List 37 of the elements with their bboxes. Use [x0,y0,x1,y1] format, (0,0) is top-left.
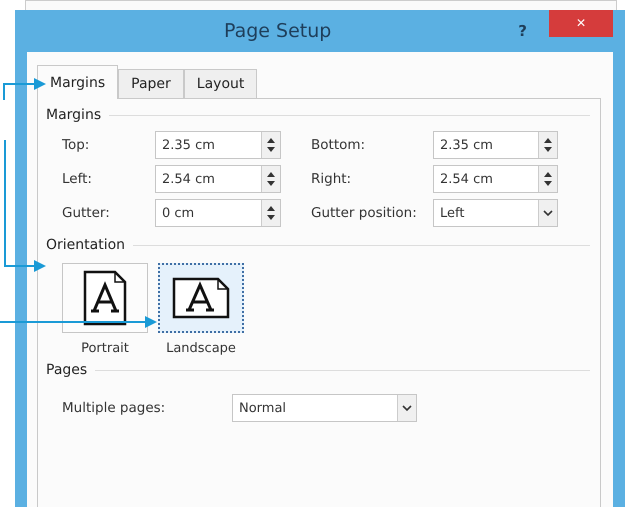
spin-field[interactable]: 0 cm [155,199,281,227]
spin-arrows-icon[interactable] [261,132,280,158]
field-label: Top: [62,137,90,153]
chevron-down-icon[interactable] [397,395,416,421]
portrait-page-icon [82,269,128,327]
dropdown[interactable]: Normal [232,394,417,422]
spin-field[interactable]: 2.54 cm [155,165,281,193]
chevron-down-icon[interactable] [538,200,557,226]
help-button[interactable]: ? [518,22,527,40]
group-heading: Pages [46,362,88,378]
orientation-button[interactable] [158,263,244,333]
tab[interactable]: Layout [184,69,258,98]
orientation-button[interactable] [62,263,148,333]
spin-field[interactable]: 2.35 cm [155,131,281,159]
tab[interactable]: Margins [37,65,118,99]
spin-arrows-icon[interactable] [538,166,557,192]
spin-field[interactable]: 2.54 cm [433,165,558,193]
field-label: Gutter position: [311,205,418,221]
spin-arrows-icon[interactable] [261,200,280,226]
field-label: Bottom: [311,137,366,153]
spin-arrows-icon[interactable] [261,166,280,192]
orientation-label: Portrait [81,341,129,356]
group-heading: Orientation [46,237,126,253]
field-label: Left: [62,171,93,187]
leader-line [3,78,46,100]
group-heading: Margins [46,107,102,123]
field-label: Multiple pages: [62,400,166,416]
field-label: Gutter: [62,205,111,221]
tab[interactable]: Paper [118,69,184,98]
spin-field[interactable]: 2.35 cm [433,131,558,159]
spin-arrows-icon[interactable] [538,132,557,158]
dropdown[interactable]: Left [433,199,558,227]
field-label: Right: [311,171,352,187]
orientation-label: Landscape [166,341,236,356]
landscape-page-icon [171,276,231,320]
close-button[interactable]: × [549,10,613,37]
window-title: Page Setup [222,20,332,42]
